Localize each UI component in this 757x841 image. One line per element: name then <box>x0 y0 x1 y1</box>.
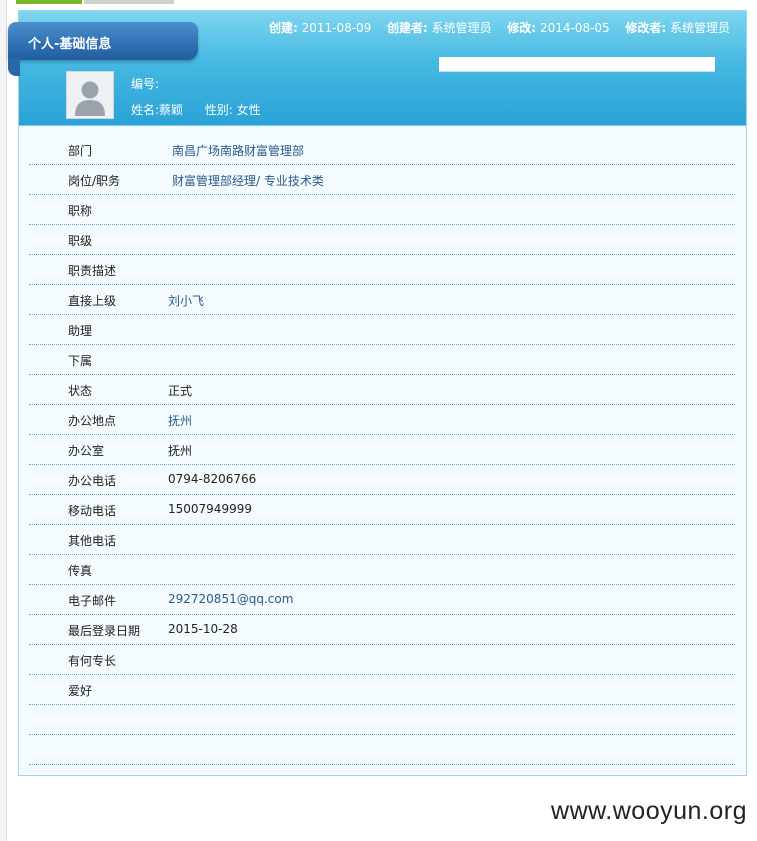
field-label: 电子邮件 <box>68 594 117 608</box>
field-row: 办公地点 抚州 <box>29 405 735 435</box>
user-silhouette-icon <box>67 72 113 118</box>
field-row: 爱好 <box>29 675 735 705</box>
field-label: 有何专长 <box>68 654 117 668</box>
field-label: 爱好 <box>68 684 93 698</box>
section-title: 个人-基础信息 <box>28 37 112 52</box>
profile-fields: 部门 南昌广场南路财富管理部 岗位/职务 财富管理部经理/ 专业技术类 职称 职… <box>29 135 735 765</box>
modified-value: 2014-08-05 <box>539 21 610 35</box>
gender-value: 女性 <box>236 103 261 117</box>
empty-row <box>29 735 735 765</box>
field-row: 直接上级 刘小飞 <box>29 285 735 315</box>
field-label: 助理 <box>68 324 93 338</box>
active-tab-indicator[interactable] <box>16 0 82 4</box>
section-title-tab: 个人-基础信息 <box>8 22 198 76</box>
employee-id-label: 编号: <box>131 77 160 91</box>
email-link[interactable]: 292720851@qq.com <box>168 592 293 606</box>
field-row: 下属 <box>29 345 735 375</box>
field-row: 助理 <box>29 315 735 345</box>
field-label: 状态 <box>68 384 93 398</box>
field-row: 办公室 抚州 <box>29 435 735 465</box>
field-label: 职级 <box>68 234 93 248</box>
field-label: 办公地点 <box>68 414 117 428</box>
modifier-label: 修改者: <box>625 21 667 35</box>
field-row: 其他电话 <box>29 525 735 555</box>
creator-label: 创建者: <box>386 21 428 35</box>
field-label: 最后登录日期 <box>68 624 141 638</box>
inactive-tab-indicator[interactable] <box>84 0 174 4</box>
modifier-value: 系统管理员 <box>669 21 730 35</box>
gender-label: 性别: <box>204 103 233 117</box>
page-left-border <box>0 0 7 841</box>
field-label: 职责描述 <box>68 264 117 278</box>
field-row: 职责描述 <box>29 255 735 285</box>
name-value: 蔡颖 <box>159 103 184 117</box>
field-label: 传真 <box>68 564 93 578</box>
field-label: 办公室 <box>68 444 105 458</box>
search-input[interactable] <box>439 57 715 71</box>
office-phone-value: 0794-8206766 <box>168 472 257 486</box>
position-link[interactable]: 财富管理部经理/ 专业技术类 <box>172 172 324 189</box>
field-label: 其他电话 <box>68 534 117 548</box>
status-value: 正式 <box>168 384 193 398</box>
field-label: 移动电话 <box>68 504 117 518</box>
record-meta: 创建: 2011-08-09 创建者: 系统管理员 修改: 2014-08-05… <box>269 19 730 36</box>
created-label: 创建: <box>268 21 298 35</box>
empty-row <box>29 705 735 735</box>
field-row: 职级 <box>29 225 735 255</box>
field-row: 传真 <box>29 555 735 585</box>
field-row: 职称 <box>29 195 735 225</box>
office-location-link[interactable]: 抚州 <box>168 412 192 429</box>
field-row: 有何专长 <box>29 645 735 675</box>
field-row: 部门 南昌广场南路财富管理部 <box>29 135 735 165</box>
field-row: 最后登录日期 2015-10-28 <box>29 615 735 645</box>
field-row: 电子邮件 292720851@qq.com <box>29 585 735 615</box>
top-tab-strip <box>14 0 757 5</box>
field-label: 办公电话 <box>68 474 117 488</box>
name-gender-line: 姓名:蔡颖 性别: 女性 <box>131 101 261 118</box>
field-row: 岗位/职务 财富管理部经理/ 专业技术类 <box>29 165 735 195</box>
last-login-value: 2015-10-28 <box>168 622 238 636</box>
profile-card: 创建: 2011-08-09 创建者: 系统管理员 修改: 2014-08-05… <box>18 10 747 776</box>
modified-label: 修改: <box>507 21 537 35</box>
office-value: 抚州 <box>168 444 193 458</box>
field-label: 直接上级 <box>68 294 117 308</box>
name-label: 姓名: <box>131 103 160 117</box>
avatar <box>66 71 114 119</box>
field-row: 状态 正式 <box>29 375 735 405</box>
created-value: 2011-08-09 <box>301 21 372 35</box>
mobile-phone-value: 15007949999 <box>168 502 252 516</box>
watermark: www.wooyun.org <box>551 797 747 825</box>
field-row: 办公电话 0794-8206766 <box>29 465 735 495</box>
field-label: 下属 <box>68 354 93 368</box>
field-label: 职称 <box>68 204 93 218</box>
field-label: 岗位/职务 <box>68 174 121 188</box>
supervisor-link[interactable]: 刘小飞 <box>168 292 204 309</box>
department-link[interactable]: 南昌广场南路财富管理部 <box>172 142 304 159</box>
creator-value: 系统管理员 <box>431 21 492 35</box>
field-row: 移动电话 15007949999 <box>29 495 735 525</box>
field-label: 部门 <box>68 144 93 158</box>
